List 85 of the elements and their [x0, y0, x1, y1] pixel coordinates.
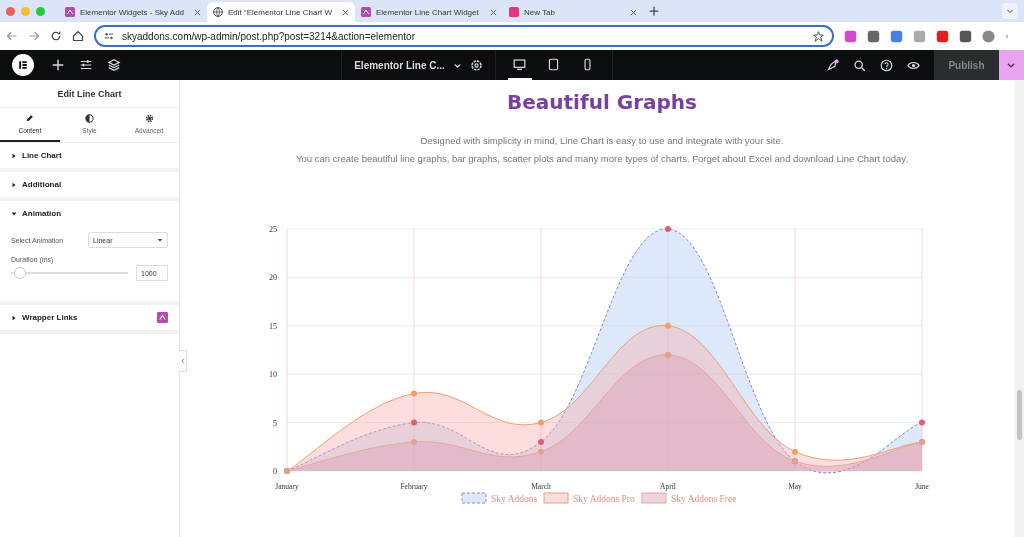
new-tab-plus-icon[interactable] [649, 6, 659, 16]
y-tick-label: 10 [269, 370, 277, 380]
caret-right-icon [11, 314, 17, 321]
url-text: skyaddons.com/wp-admin/post.php?post=3214&action=elementor [122, 30, 416, 42]
layers-icon[interactable] [107, 58, 121, 72]
caret-down-icon [157, 237, 163, 243]
tab-title: Edit “Elementor Line Chart W [228, 7, 334, 17]
close-icon[interactable] [490, 8, 497, 16]
browser-tab[interactable]: Elementor Line Chart Widget [355, 2, 503, 22]
chevron-down-icon [1006, 60, 1017, 70]
browser-tab[interactable]: Edit “Elementor Line Chart W [207, 2, 355, 22]
data-point [665, 226, 671, 232]
extension-icon[interactable] [936, 29, 949, 43]
y-tick-label: 15 [269, 321, 277, 331]
tab-list-button[interactable] [1002, 3, 1018, 19]
add-plus-icon[interactable] [51, 58, 65, 72]
y-tick-label: 5 [273, 418, 277, 428]
body-text: You can create beautiful line graphs, bar graphs, scatter plots and many more types of charts. Forget about Excel and download Line Chart today. [295, 152, 909, 166]
y-tick-label: 20 [269, 273, 277, 283]
page-heading: Beautiful Graphs [507, 90, 697, 114]
site-settings-icon[interactable] [104, 31, 114, 41]
y-tick-label: 25 [269, 225, 277, 234]
section-header[interactable]: Wrapper Links [0, 305, 179, 330]
help-icon[interactable] [880, 58, 893, 72]
section-header[interactable]: Additional [0, 172, 179, 197]
legend-swatch[interactable] [543, 492, 569, 504]
extension-icon[interactable] [867, 29, 880, 43]
data-point [665, 351, 671, 358]
globe-icon [213, 7, 223, 17]
site-favicon-icon [65, 7, 75, 17]
data-point [665, 322, 671, 329]
sliders-icon[interactable] [79, 58, 93, 72]
site-favicon-icon [361, 7, 371, 17]
data-point [792, 448, 798, 455]
document-title[interactable]: Elementor Line C... [354, 59, 445, 71]
address-field[interactable]: skyaddons.com/wp-admin/post.php?post=3214&action=elementor [94, 25, 834, 47]
contrast-icon [85, 114, 94, 123]
caret-down-icon [11, 210, 17, 217]
tab-title: Elementor Widgets - Sky Add [80, 7, 186, 17]
window-control-dot[interactable] [6, 6, 15, 16]
y-tick-label: 0 [273, 467, 277, 476]
data-point [538, 448, 544, 455]
avatar-icon[interactable] [982, 29, 995, 43]
extension-icon[interactable] [890, 29, 903, 43]
search-icon[interactable] [853, 58, 866, 72]
settings-icon[interactable] [469, 58, 483, 72]
data-point [538, 419, 544, 426]
data-point [411, 419, 417, 426]
chevron-down-icon [1006, 7, 1014, 15]
extension-icon[interactable] [844, 29, 857, 43]
legend-swatch[interactable] [641, 492, 667, 504]
tablet-icon [547, 57, 561, 71]
legend-swatch[interactable] [461, 492, 487, 504]
pencil-icon [25, 114, 35, 123]
tab-title: New Tab [524, 7, 556, 17]
window-control-dot[interactable] [21, 6, 30, 16]
section-header[interactable]: Line Chart [0, 143, 179, 168]
home-icon[interactable] [72, 30, 84, 42]
data-point [919, 419, 925, 426]
browser-tab[interactable]: Elementor Widgets - Sky Add [59, 2, 207, 22]
window-control-dot[interactable] [36, 6, 45, 16]
scrollbar[interactable] [1015, 80, 1024, 537]
close-icon[interactable] [342, 8, 349, 16]
data-point [411, 438, 417, 445]
star-icon[interactable] [813, 30, 824, 42]
reload-icon[interactable] [50, 30, 62, 42]
section-header[interactable]: Animation [0, 201, 179, 226]
elementor-logo-icon[interactable] [12, 54, 34, 76]
caret-right-icon [11, 181, 17, 188]
desktop-icon [513, 57, 527, 71]
tab-title: Elementor Line Chart Widget [376, 7, 480, 17]
gear-icon [144, 114, 154, 123]
browser-tab[interactable]: New Tab [503, 2, 643, 22]
data-point [411, 390, 417, 397]
publish-button[interactable]: Publish [934, 50, 999, 80]
panel-title: Edit Line Chart [0, 80, 179, 108]
chevron-left-icon[interactable] [179, 358, 186, 364]
body-text: Designed with simplicity in mind, Line Chart is easy to use and integrate with your site. [420, 134, 784, 148]
site-favicon-icon [509, 7, 519, 17]
slider-thumb[interactable] [14, 267, 27, 279]
caret-right-icon [11, 152, 17, 159]
close-icon[interactable] [630, 8, 637, 16]
close-icon[interactable] [194, 8, 201, 16]
extension-icon[interactable] [959, 29, 972, 43]
data-point [538, 438, 544, 445]
